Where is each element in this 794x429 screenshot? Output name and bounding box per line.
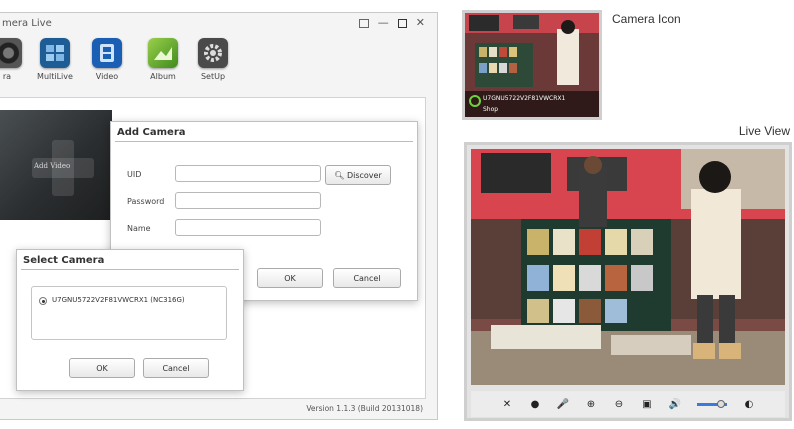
multilive-icon [40,38,70,68]
live-view-caption: Live View [738,124,790,138]
snapshot-icon[interactable]: ▣ [641,398,653,410]
add-camera-title: Add Camera [117,127,186,138]
select-camera-dialog: Select Camera U7GNU5722V2F81VWCRX1 (NC31… [16,249,244,391]
select-camera-cancel-button[interactable]: Cancel [143,358,209,378]
minimize-icon[interactable]: — [378,17,389,29]
toolbar-video[interactable]: Video [82,38,132,81]
camera-radio[interactable] [39,297,47,305]
live-video-frame[interactable] [471,149,785,385]
camera-list: U7GNU5722V2F81VWCRX1 (NC316G) [31,286,227,340]
discover-button[interactable]: 🔍︎ Discover [325,165,391,185]
select-camera-ok-button[interactable]: OK [69,358,135,378]
restore-icon[interactable] [358,18,369,28]
close-icon[interactable]: ✕ [416,17,425,29]
toolbar-multilive[interactable]: MultiLive [30,38,80,81]
discover-label: Discover [346,171,382,180]
maximize-icon[interactable] [397,18,407,28]
add-camera-ok-button[interactable]: OK [257,268,323,288]
password-label: Password [127,197,165,206]
window-controls: — ✕ [358,17,425,29]
add-video-label: Add Video [34,162,71,170]
uid-label: UID [127,170,142,179]
volume-slider[interactable] [697,399,727,408]
name-field[interactable] [175,219,321,236]
add-video-tile[interactable]: Add Video [0,110,112,220]
camera-icon-caption: Camera Icon [612,12,681,26]
uid-input[interactable] [175,165,321,182]
close-icon[interactable]: ✕ [501,398,513,410]
toolbar-camera[interactable]: ra [0,38,32,81]
name-label: Name [127,224,151,233]
live-view-panel: ✕ ● 🎤 ⊕ ⊖ ▣ 🔊 ◐ [464,142,792,421]
thumbnail-name: Shop [483,106,499,113]
gear-icon [198,38,228,68]
toolbar-multilive-label: MultiLive [37,72,73,81]
volume-icon[interactable]: 🔊 [669,398,681,410]
camera-thumbnail[interactable]: U7GNU5722V2F81VWCRX1 Shop [462,10,602,120]
camera-icon [0,38,22,68]
toolbar-setup-label: SetUp [200,72,226,81]
toolbar-camera-label: ra [2,72,12,81]
password-field[interactable] [175,192,321,209]
toolbar-album[interactable]: Album [138,38,188,81]
live-controls-bar: ✕ ● 🎤 ⊕ ⊖ ▣ 🔊 ◐ [471,391,785,417]
toolbar-album-label: Album [150,72,176,81]
toolbar-setup[interactable]: SetUp [188,38,238,81]
microphone-icon[interactable]: 🎤 [557,398,569,410]
add-camera-cancel-button[interactable]: Cancel [333,268,401,288]
zoom-in-icon[interactable]: ⊕ [585,398,597,410]
video-icon [92,38,122,68]
toolbar-video-label: Video [95,72,119,81]
zoom-out-icon[interactable]: ⊖ [613,398,625,410]
app-window: mera Live — ✕ ra MultiLive Video Album S… [0,12,438,420]
record-icon[interactable]: ● [529,398,541,410]
thumbnail-uid: U7GNU5722V2F81VWCRX1 [483,95,566,102]
main-toolbar: ra MultiLive Video Album SetUp [0,38,437,88]
camera-option-label[interactable]: U7GNU5722V2F81VWCRX1 (NC316G) [52,296,185,304]
brightness-icon[interactable]: ◐ [743,398,755,410]
app-title: mera Live [2,18,52,29]
album-icon [148,38,178,68]
version-label: Version 1.1.3 (Build 20131018) [306,404,423,413]
search-icon: 🔍︎ [334,171,345,180]
select-camera-title: Select Camera [23,255,105,266]
